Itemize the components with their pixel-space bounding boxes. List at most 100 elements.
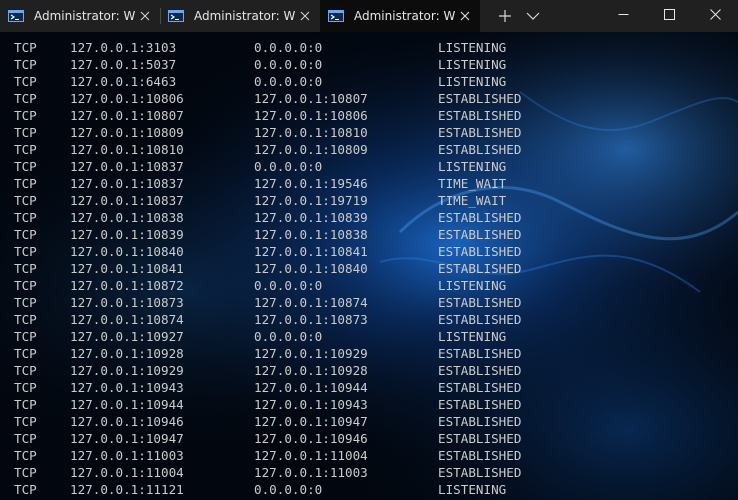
state-cell: ESTABLISHED: [438, 108, 522, 123]
terminal-pane[interactable]: TCP 127.0.0.1:3103 0.0.0.0:0 LISTENING TCP 12…: [0, 32, 738, 500]
foreign-address-cell: 0.0.0.0:0: [254, 278, 323, 293]
foreign-address-cell: 127.0.0.1:10838: [254, 227, 368, 242]
local-address-cell: 127.0.0.1:11003: [70, 448, 184, 463]
foreign-address-cell: 127.0.0.1:10946: [254, 431, 368, 446]
chevron-down-icon: [526, 12, 540, 20]
local-address-cell: 127.0.0.1:10873: [70, 295, 184, 310]
foreign-address-cell: 127.0.0.1:10928: [254, 363, 368, 378]
protocol-cell: TCP: [14, 159, 37, 174]
state-cell: ESTABLISHED: [438, 448, 522, 463]
protocol-cell: TCP: [14, 295, 37, 310]
state-cell: LISTENING: [438, 159, 507, 174]
foreign-address-cell: 127.0.0.1:10840: [254, 261, 368, 276]
tab-dropdown-button[interactable]: [520, 0, 546, 32]
state-cell: ESTABLISHED: [438, 125, 522, 140]
local-address-cell: 127.0.0.1:10806: [70, 91, 184, 106]
terminal-icon: [168, 10, 184, 22]
close-icon: [709, 8, 721, 20]
foreign-address-cell: 127.0.0.1:10841: [254, 244, 368, 259]
local-address-cell: 127.0.0.1:10874: [70, 312, 184, 327]
close-window-button[interactable]: [692, 0, 738, 28]
foreign-address-cell: 127.0.0.1:10839: [254, 210, 368, 225]
protocol-cell: TCP: [14, 414, 37, 429]
minimize-icon: [618, 13, 628, 15]
foreign-address-cell: 127.0.0.1:11004: [254, 448, 368, 463]
state-cell: LISTENING: [438, 482, 507, 497]
terminal-icon: [8, 10, 24, 22]
state-cell: LISTENING: [438, 329, 507, 344]
protocol-cell: TCP: [14, 363, 37, 378]
protocol-cell: TCP: [14, 278, 37, 293]
local-address-cell: 127.0.0.1:11004: [70, 465, 184, 480]
protocol-cell: TCP: [14, 431, 37, 446]
tab-title: Administrator: W: [354, 9, 456, 23]
state-cell: TIME_WAIT: [438, 176, 507, 191]
tab-3-active[interactable]: Administrator: W: [320, 0, 480, 32]
foreign-address-cell: 127.0.0.1:10807: [254, 91, 368, 106]
local-address-cell: 127.0.0.1:10872: [70, 278, 184, 293]
foreign-address-cell: 0.0.0.0:0: [254, 74, 323, 89]
foreign-address-cell: 127.0.0.1:10929: [254, 346, 368, 361]
local-address-cell: 127.0.0.1:10840: [70, 244, 184, 259]
state-cell: ESTABLISHED: [438, 210, 522, 225]
maximize-icon: [663, 8, 675, 20]
protocol-cell: TCP: [14, 329, 37, 344]
foreign-address-cell: 127.0.0.1:10809: [254, 142, 368, 157]
tab-close-button[interactable]: [298, 9, 312, 23]
protocol-cell: TCP: [14, 125, 37, 140]
protocol-cell: TCP: [14, 57, 37, 72]
tab-close-button[interactable]: [458, 9, 472, 23]
state-cell: ESTABLISHED: [438, 380, 522, 395]
local-address-cell: 127.0.0.1:10837: [70, 159, 184, 174]
state-cell: LISTENING: [438, 74, 507, 89]
terminal-window: Administrator: W Administrator: W Admini…: [0, 0, 738, 500]
protocol-cell: TCP: [14, 40, 37, 55]
protocol-cell: TCP: [14, 227, 37, 242]
foreign-address-cell: 127.0.0.1:10874: [254, 295, 368, 310]
local-address-cell: 127.0.0.1:10841: [70, 261, 184, 276]
foreign-address-cell: 127.0.0.1:11003: [254, 465, 368, 480]
maximize-button[interactable]: [646, 0, 692, 28]
tab-close-button[interactable]: [138, 9, 152, 23]
state-cell: ESTABLISHED: [438, 431, 522, 446]
state-cell: ESTABLISHED: [438, 142, 522, 157]
protocol-cell: TCP: [14, 244, 37, 259]
state-cell: ESTABLISHED: [438, 227, 522, 242]
protocol-cell: TCP: [14, 448, 37, 463]
local-address-cell: 127.0.0.1:10807: [70, 108, 184, 123]
protocol-cell: TCP: [14, 210, 37, 225]
tab-1[interactable]: Administrator: W: [0, 0, 160, 32]
protocol-cell: TCP: [14, 346, 37, 361]
state-cell: ESTABLISHED: [438, 465, 522, 480]
state-cell: TIME_WAIT: [438, 193, 507, 208]
state-cell: LISTENING: [438, 278, 507, 293]
local-address-cell: 127.0.0.1:3103: [70, 40, 177, 55]
foreign-address-cell: 0.0.0.0:0: [254, 40, 323, 55]
foreign-address-cell: 127.0.0.1:19719: [254, 193, 368, 208]
local-address-cell: 127.0.0.1:10943: [70, 380, 184, 395]
state-cell: ESTABLISHED: [438, 295, 522, 310]
window-controls: [600, 0, 738, 32]
local-address-cell: 127.0.0.1:10839: [70, 227, 184, 242]
tab-2[interactable]: Administrator: W: [160, 0, 320, 32]
state-cell: LISTENING: [438, 57, 507, 72]
state-cell: ESTABLISHED: [438, 414, 522, 429]
tab-title: Administrator: W: [34, 9, 136, 23]
protocol-cell: TCP: [14, 91, 37, 106]
local-address-cell: 127.0.0.1:10810: [70, 142, 184, 157]
local-address-cell: 127.0.0.1:10947: [70, 431, 184, 446]
protocol-cell: TCP: [14, 380, 37, 395]
protocol-cell: TCP: [14, 142, 37, 157]
minimize-button[interactable]: [600, 0, 646, 28]
foreign-address-cell: 0.0.0.0:0: [254, 329, 323, 344]
state-cell: ESTABLISHED: [438, 244, 522, 259]
local-address-cell: 127.0.0.1:6463: [70, 74, 177, 89]
protocol-cell: TCP: [14, 193, 37, 208]
terminal-icon: [328, 10, 344, 22]
new-tab-button[interactable]: [490, 0, 520, 32]
foreign-address-cell: 127.0.0.1:10944: [254, 380, 368, 395]
protocol-cell: TCP: [14, 482, 37, 497]
foreign-address-cell: 0.0.0.0:0: [254, 57, 323, 72]
close-icon: [300, 11, 310, 21]
foreign-address-cell: 127.0.0.1:10947: [254, 414, 368, 429]
